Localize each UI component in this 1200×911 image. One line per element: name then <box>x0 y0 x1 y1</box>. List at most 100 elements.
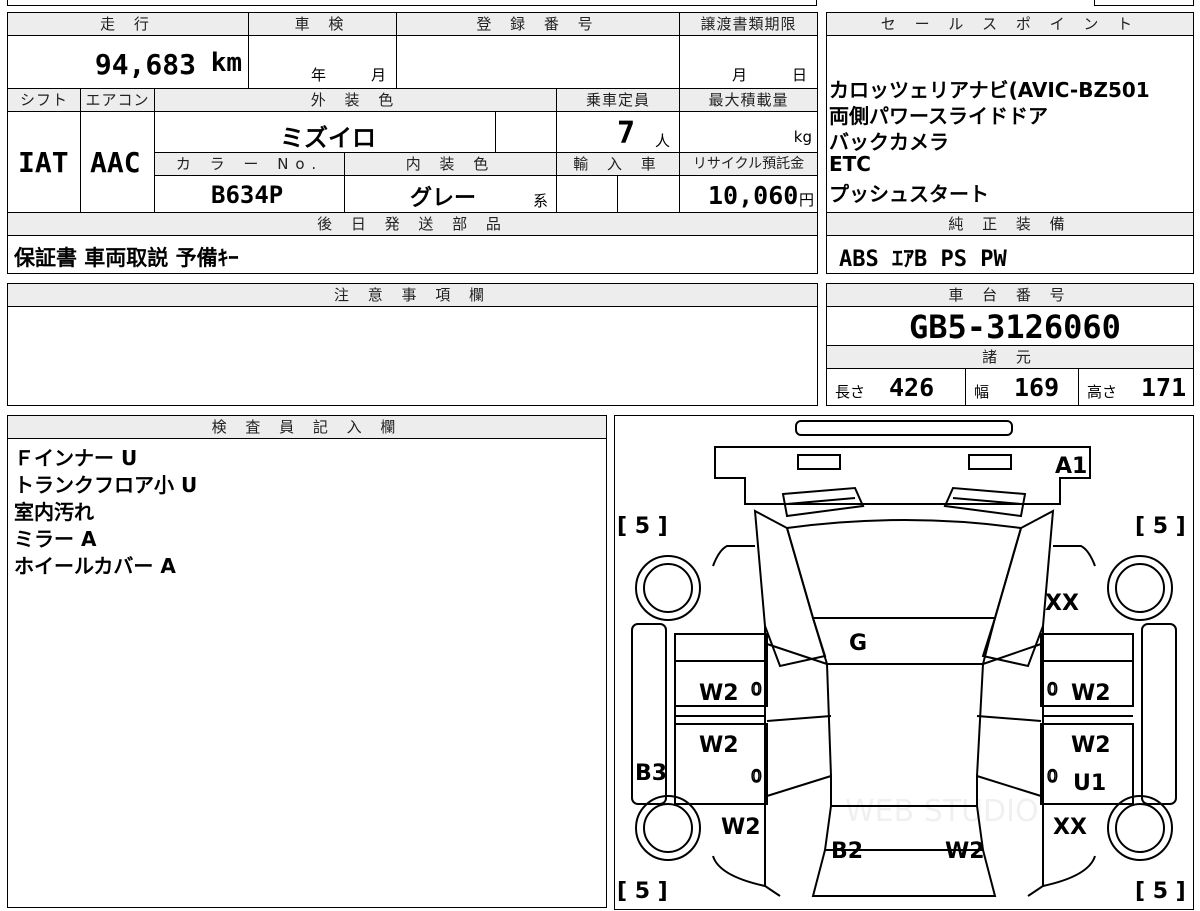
inspector-header: 検 査 員 記 入 欄 <box>7 415 607 439</box>
chassis-no-header: 車 台 番 号 <box>826 283 1194 307</box>
top-edge-right <box>1094 0 1194 6</box>
transfer-month-unit: 月 <box>732 66 748 84</box>
inspection-cell: 年 月 <box>248 35 397 89</box>
length-label: 長さ <box>835 383 866 401</box>
sales-point-item: プッシュスタート <box>829 182 989 206</box>
exterior-color-value: ミズイロ <box>280 124 376 152</box>
later-parts-header: 後 日 発 送 部 品 <box>7 212 818 236</box>
specs-header: 諸 元 <box>826 345 1194 369</box>
inspector-note: 室内汚れ <box>14 500 94 524</box>
capacity-unit: 人 <box>655 132 671 150</box>
inspector-note: ホイールカバー A <box>14 554 176 578</box>
standard-equipment-value: ABS ｴｱB PS PW <box>839 247 1007 272</box>
inspector-cell: Ｆインナー U トランクフロア小 U 室内汚れ ミラー A ホイールカバー A <box>7 438 607 908</box>
left-rear-fender-code: W2 <box>721 815 761 840</box>
sales-points-cell: カロッツェリアナビ(AVIC-BZ501 両側パワースライドドア バックカメラ … <box>826 35 1194 213</box>
width-label: 幅 <box>974 383 990 401</box>
car-diagram: 0 0 0 0 [ 5 ] [ 5 ] [ 5 ] [ 5 ] A1 XX G … <box>617 420 1186 904</box>
interior-color-value: グレー <box>410 186 477 211</box>
chassis-no-cell: GB5-3126060 <box>826 306 1194 346</box>
interior-color-cell: グレー 系 <box>344 175 557 213</box>
rear-left-code: B2 <box>831 839 863 864</box>
max-load-unit: kg <box>793 128 812 146</box>
standard-equipment-cell: ABS ｴｱB PS PW <box>826 235 1194 274</box>
exterior-color-header: 外 装 色 <box>154 88 557 112</box>
shift-header: シフト <box>7 88 81 112</box>
interior-color-suffix: 系 <box>533 192 549 210</box>
inspection-year-unit: 年 <box>311 66 327 84</box>
recycle-header: リサイクル預託金 <box>679 152 818 176</box>
registration-header: 登 録 番 号 <box>396 12 680 36</box>
tire-rear-right-label: [ 5 ] <box>1135 879 1186 904</box>
mileage-cell: 94,683 km <box>7 35 249 89</box>
right-rear-door-code-2: U1 <box>1073 771 1106 796</box>
mileage-value: 94,683 <box>94 48 196 81</box>
watermark: WEB STUDIO <box>845 794 1039 829</box>
chassis-no-value: GB5-3126060 <box>909 308 1121 346</box>
color-no-header: カ ラ ー No. <box>154 152 345 176</box>
recycle-cell: 10,060 円 <box>679 175 818 213</box>
left-front-door-code: W2 <box>699 681 739 706</box>
recycle-unit: 円 <box>798 191 814 209</box>
notes-header: 注 意 事 項 欄 <box>7 283 818 307</box>
later-parts-cell: 保証書 車両取説 予備ｷｰ <box>7 235 818 274</box>
transfer-deadline-cell: 月 日 <box>679 35 818 89</box>
rear-right-code: W2 <box>945 839 985 864</box>
car-diagram-panel: 0 0 0 0 [ 5 ] [ 5 ] [ 5 ] [ 5 ] A1 XX G … <box>614 415 1194 910</box>
exterior-color-cell: ミズイロ <box>154 111 496 153</box>
capacity-value: 7 <box>617 116 636 151</box>
sales-points-header: セ ー ル ス ポ イ ン ト <box>826 12 1194 36</box>
right-rear-fender-code: XX <box>1053 815 1087 840</box>
tire-front-left-label: [ 5 ] <box>617 514 668 539</box>
import-header: 輸 入 車 <box>556 152 680 176</box>
interior-color-header: 内 装 色 <box>344 152 557 176</box>
tire-front-right-label: [ 5 ] <box>1135 514 1186 539</box>
right-front-door-code: W2 <box>1071 681 1111 706</box>
top-edge-row <box>7 0 817 6</box>
width-value: 169 <box>1014 373 1060 402</box>
length-cell: 長さ 426 <box>826 368 966 406</box>
capacity-cell: 7 人 <box>556 111 680 153</box>
color-no-value: B634P <box>211 181 284 209</box>
sales-point-item: 両側パワースライドドア <box>829 104 1048 128</box>
import-cell-1 <box>556 175 618 213</box>
tire-rear-left-label: [ 5 ] <box>617 879 668 904</box>
inspection-month-unit: 月 <box>371 66 387 84</box>
aircon-cell: AAC <box>80 111 155 213</box>
inspection-header: 車 検 <box>248 12 397 36</box>
sales-point-item: ETC <box>829 152 871 176</box>
shift-value: IAT <box>18 146 69 179</box>
height-cell: 高さ 171 <box>1078 368 1194 406</box>
height-label: 高さ <box>1087 383 1118 401</box>
inspector-note: ミラー A <box>14 527 97 551</box>
right-rear-door-code: W2 <box>1071 733 1111 758</box>
inspector-note: トランクフロア小 U <box>14 473 198 497</box>
right-rear-door-mark: 0 <box>1047 767 1058 787</box>
transfer-deadline-header: 譲渡書類期限 <box>679 12 818 36</box>
windshield-code: G <box>849 631 867 656</box>
width-cell: 幅 169 <box>965 368 1079 406</box>
color-no-cell: B634P <box>154 175 345 213</box>
right-front-door-mark: 0 <box>1047 680 1058 700</box>
notes-cell <box>7 306 818 406</box>
right-front-fender-code: XX <box>1045 591 1079 616</box>
left-rear-door-code: W2 <box>699 733 739 758</box>
aircon-value: AAC <box>90 146 141 179</box>
sales-point-item: カロッツェリアナビ(AVIC-BZ501 <box>829 78 1150 102</box>
left-rear-door-mark: 0 <box>751 767 762 787</box>
inspector-note: Ｆインナー U <box>14 446 138 470</box>
later-parts-value: 保証書 車両取説 予備ｷｰ <box>14 246 239 270</box>
recycle-value: 10,060 <box>708 181 799 210</box>
aircon-header: エアコン <box>80 88 155 112</box>
standard-equipment-header: 純 正 装 備 <box>826 212 1194 236</box>
left-front-door-mark: 0 <box>751 680 762 700</box>
registration-cell <box>396 35 680 89</box>
shift-cell: IAT <box>7 111 81 213</box>
capacity-header: 乗車定員 <box>556 88 680 112</box>
mileage-unit: km <box>210 48 242 78</box>
height-value: 171 <box>1141 373 1187 402</box>
length-value: 426 <box>889 373 935 402</box>
left-rocker-code: B3 <box>635 761 667 786</box>
max-load-cell: kg <box>679 111 818 153</box>
max-load-header: 最大積載量 <box>679 88 818 112</box>
